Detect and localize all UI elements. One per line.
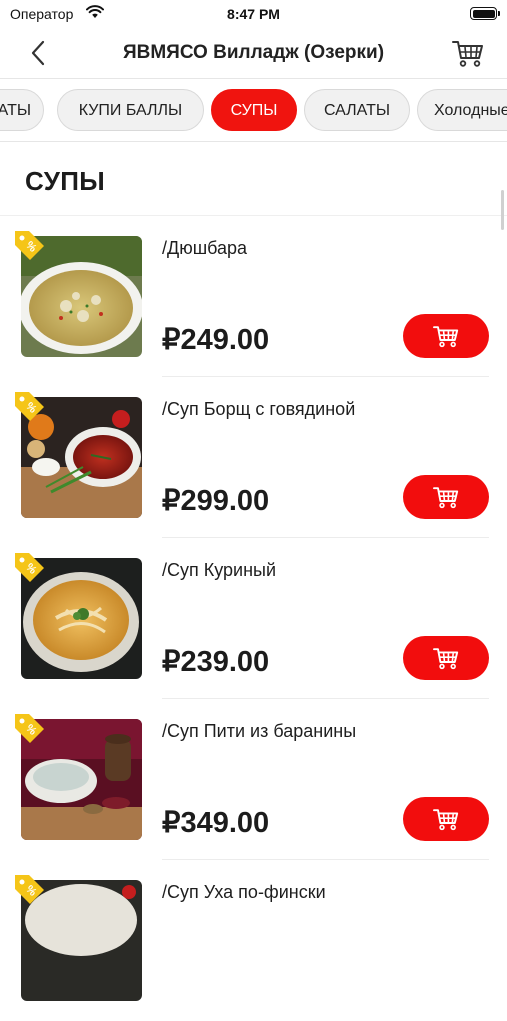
product-card[interactable]: % /Суп Куриный ₽239.00 [0,538,507,699]
product-name: /Суп Куриный [162,560,277,580]
tab-category-previous[interactable]: АТЫ [0,89,44,131]
discount-tag-icon: % [15,714,44,743]
tab-kupi-bally[interactable]: КУПИ БАЛЛЫ [57,89,204,131]
add-to-cart-button[interactable] [403,636,489,680]
product-name: /Суп Борщ с говядиной [162,399,356,419]
add-to-cart-button[interactable] [403,475,489,519]
section-title: СУПЫ [25,166,105,196]
product-price: ₽239.00 [162,646,270,678]
product-card[interactable]: % /Дюшбара ₽249.00 [0,216,507,377]
cart-add-icon [433,648,459,670]
status-bar: Оператор 8:47 PM [0,0,507,30]
category-tabs: АТЫ КУПИ БАЛЛЫ СУПЫ САЛАТЫ Холодные [0,79,507,142]
discount-tag-icon: % [15,875,44,904]
cart-add-icon [433,487,459,509]
cart-add-icon [433,809,459,831]
page-title: ЯВМЯСО Вилладж (Озерки) [122,42,385,63]
tab-kholodnye[interactable]: Холодные [417,89,507,131]
discount-tag-icon: % [15,392,44,421]
product-card[interactable]: % /Суп Пити из баранины ₽349.00 [0,699,507,860]
discount-tag-icon: % [15,553,44,582]
cart-icon[interactable] [451,38,485,68]
product-name: /Суп Пити из баранины [162,721,357,741]
product-price: ₽299.00 [162,485,270,517]
clock: 8:47 PM [227,6,280,22]
product-price: ₽349.00 [162,807,270,839]
navigation-bar: ЯВМЯСО Вилладж (Озерки) [0,30,507,79]
cart-add-icon [433,326,459,348]
product-name: /Дюшбара [162,238,248,258]
product-card[interactable]: % /Суп Борщ с говядиной ₽299.00 [0,377,507,538]
add-to-cart-button[interactable] [403,314,489,358]
tab-salaty[interactable]: САЛАТЫ [304,89,410,131]
add-to-cart-button[interactable] [403,797,489,841]
product-price: ₽249.00 [162,324,270,356]
tab-supy[interactable]: СУПЫ [211,89,297,131]
product-card[interactable]: % /Суп Уха по-фински [0,860,507,1021]
back-chevron-icon[interactable] [24,38,54,68]
discount-tag-icon: % [15,231,44,260]
battery-icon [470,7,500,20]
